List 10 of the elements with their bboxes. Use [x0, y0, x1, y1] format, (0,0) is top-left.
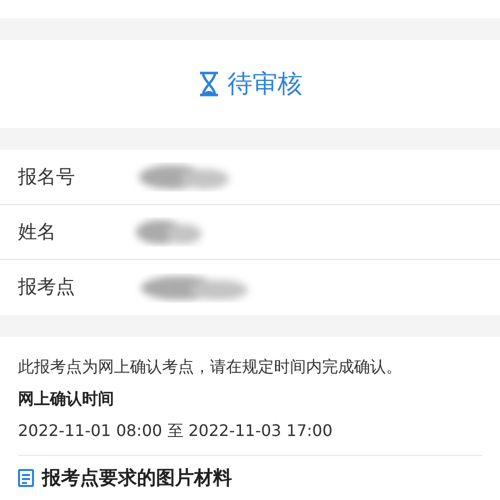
document-icon — [18, 469, 34, 488]
confirm-time-value: 2022-11-01 08:00 至 2022-11-03 17:00 — [18, 420, 334, 442]
hourglass-icon — [198, 71, 220, 97]
materials-title: 报考点要求的图片材料 — [42, 466, 232, 491]
field-label: 姓名 — [18, 220, 57, 245]
notice-text: 此报考点为网上确认考点，请在规定时间内完成确认。 — [18, 356, 403, 378]
field-label: 报名号 — [18, 164, 76, 190]
confirm-time-title: 网上确认时间 — [18, 388, 115, 410]
field-label: 报考点 — [18, 275, 76, 300]
status-label: 待审核 — [228, 68, 302, 100]
